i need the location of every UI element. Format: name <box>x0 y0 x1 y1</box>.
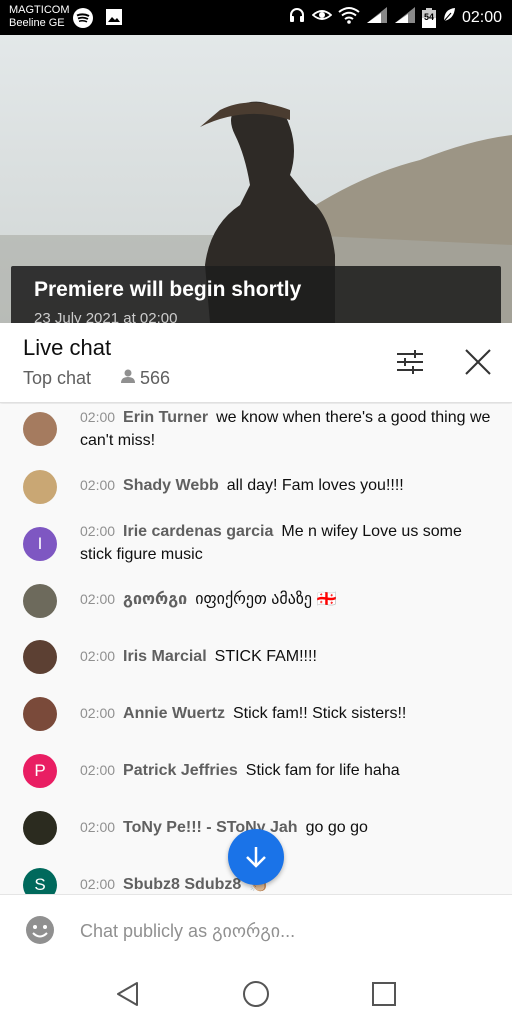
filter-button[interactable] <box>395 347 425 377</box>
message-text: STICK FAM!!!! <box>214 648 317 665</box>
signal-icon-2 <box>394 6 416 29</box>
message-text: Stick fam for life haha <box>245 762 400 779</box>
arrow-down-icon <box>246 847 266 868</box>
avatar[interactable] <box>23 584 57 618</box>
person-icon <box>120 368 136 389</box>
message-author[interactable]: Irie cardenas garcia <box>123 523 273 540</box>
clock: 02:00 <box>461 8 502 26</box>
avatar[interactable] <box>23 470 57 504</box>
scroll-to-bottom-button[interactable] <box>228 829 284 885</box>
avatar[interactable]: I <box>23 527 57 561</box>
close-chat-button[interactable] <box>463 347 493 377</box>
recents-icon <box>372 982 396 1006</box>
home-button[interactable] <box>241 979 271 1009</box>
carrier-line1: MAGTICOM <box>9 4 70 16</box>
leaf-icon <box>442 7 456 28</box>
premiere-banner: Premiere will begin shortly 23 July 2021… <box>11 266 501 323</box>
back-button[interactable] <box>113 979 143 1009</box>
system-nav-bar <box>0 964 512 1024</box>
sliders-icon <box>397 350 423 374</box>
message-time: 02:00 <box>80 819 116 835</box>
avatar[interactable] <box>23 811 57 845</box>
message-author[interactable]: გიორგი <box>123 591 187 608</box>
avatar[interactable]: S <box>23 868 57 894</box>
message-time: 02:00 <box>80 705 116 721</box>
recents-button[interactable] <box>369 979 399 1009</box>
viewer-count: 566 <box>120 368 170 389</box>
message-author[interactable]: Shady Webb <box>123 477 219 494</box>
headphones-icon <box>288 6 306 29</box>
message-time: 02:00 <box>80 409 116 425</box>
wifi-icon <box>338 6 360 29</box>
premiere-date: 23 July 2021 at 02:00 <box>34 310 178 323</box>
close-icon <box>465 349 491 375</box>
battery-level: 54 <box>423 11 434 22</box>
message-author[interactable]: Patrick Jeffries <box>123 762 238 779</box>
message-time: 02:00 <box>80 477 116 493</box>
message-author[interactable]: Sbubz8 Sdubz8 <box>123 876 241 893</box>
message-time: 02:00 <box>80 523 116 539</box>
message-author[interactable]: Annie Wuertz <box>123 705 225 722</box>
status-bar: MAGTICOM Beeline GE 54 02:00 <box>0 0 512 35</box>
spotify-icon <box>72 7 94 34</box>
message-author[interactable]: Erin Turner <box>123 409 208 426</box>
eye-icon <box>311 6 333 29</box>
home-icon <box>243 981 269 1007</box>
chat-input-bar <box>0 894 512 964</box>
battery-icon: 54 <box>421 7 436 28</box>
carrier-info: MAGTICOM Beeline GE <box>9 4 70 30</box>
video-player[interactable]: Premiere will begin shortly 23 July 2021… <box>0 35 512 323</box>
avatar[interactable] <box>23 640 57 674</box>
chat-header: Live chat Top chat 566 <box>0 323 512 403</box>
message-time: 02:00 <box>80 762 116 778</box>
back-icon <box>117 982 138 1006</box>
message-author[interactable]: Iris Marcial <box>123 648 207 665</box>
message-text: იფიქრეთ ამაზე 🇬🇪 <box>195 591 337 608</box>
carrier-line2: Beeline GE <box>9 17 65 29</box>
avatar[interactable]: P <box>23 754 57 788</box>
smiley-icon <box>26 916 54 944</box>
message-time: 02:00 <box>80 876 116 892</box>
avatar[interactable] <box>23 412 57 446</box>
avatar[interactable] <box>23 697 57 731</box>
message-text: go go go <box>305 819 368 836</box>
signal-icon <box>366 6 388 29</box>
message-text: all day! Fam loves you!!!! <box>226 477 404 494</box>
message-time: 02:00 <box>80 591 116 607</box>
chat-message-input[interactable] <box>80 917 480 945</box>
premiere-title: Premiere will begin shortly <box>34 278 302 301</box>
viewer-count-value: 566 <box>140 368 171 388</box>
emoji-button[interactable] <box>25 915 55 945</box>
chat-title: Live chat <box>23 335 112 360</box>
message-time: 02:00 <box>80 648 116 664</box>
message-text: Stick fam!! Stick sisters!! <box>232 705 407 722</box>
chat-message-list[interactable]: 02:00 Erin Turner we know when there's a g… <box>0 404 512 894</box>
image-icon <box>104 7 124 34</box>
chat-mode-selector[interactable]: Top chat <box>23 368 91 389</box>
